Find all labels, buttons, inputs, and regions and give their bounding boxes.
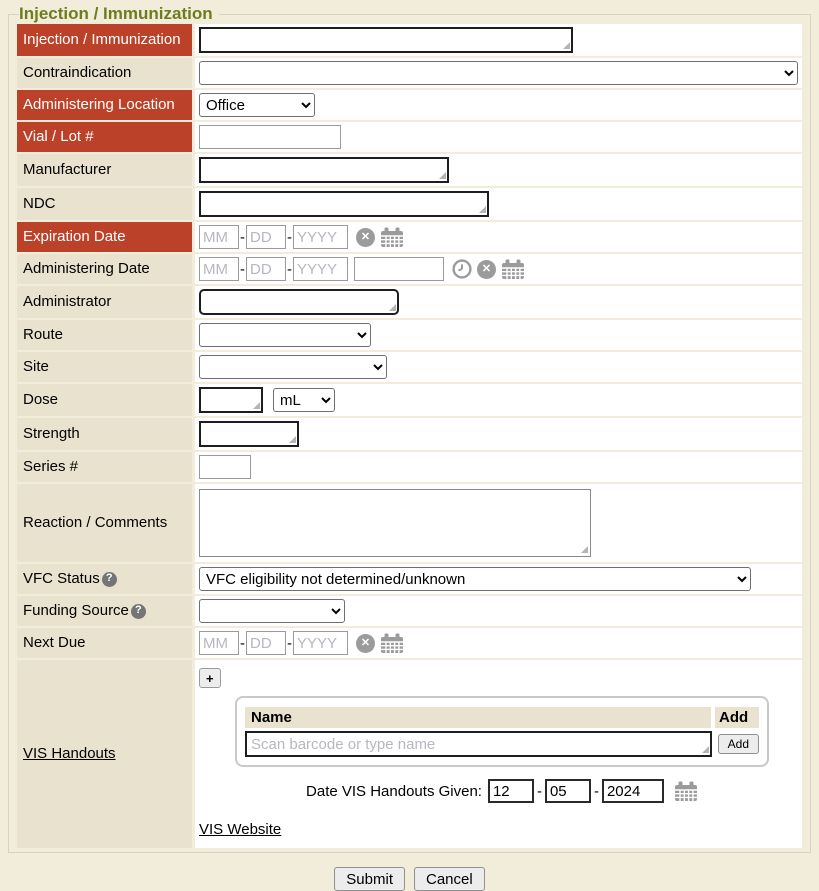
row-site: Site — [17, 352, 802, 384]
row-series: Series # — [17, 452, 802, 484]
next-due-month-input[interactable] — [199, 631, 239, 655]
row-vfc-status: VFC Status ? VFC eligibility not determi… — [17, 564, 802, 596]
administering-month-input[interactable] — [199, 257, 239, 281]
administering-location-select[interactable]: Office — [199, 93, 315, 117]
ndc-input[interactable] — [199, 191, 489, 217]
ndc-label: NDC — [17, 188, 195, 220]
row-funding-source: Funding Source ? — [17, 596, 802, 628]
expiration-year-input[interactable] — [293, 225, 348, 249]
calendar-icon[interactable] — [380, 633, 404, 654]
clock-icon[interactable] — [452, 259, 472, 279]
vis-handouts-panel: Name Add Add — [235, 696, 769, 767]
site-select[interactable] — [199, 355, 387, 379]
injection-input[interactable] — [199, 27, 573, 53]
expiration-month-input[interactable] — [199, 225, 239, 249]
vis-name-column-header: Name — [245, 707, 711, 728]
vial-lot-label: Vial / Lot # — [17, 122, 195, 152]
administering-day-input[interactable] — [246, 257, 286, 281]
route-label: Route — [17, 320, 195, 350]
administering-time-input[interactable] — [354, 257, 444, 281]
date-separator: - — [240, 229, 245, 246]
row-expiration-date: Expiration Date - - ✕ — [17, 222, 802, 254]
administering-date-label: Administering Date — [17, 254, 195, 284]
date-separator: - — [287, 229, 292, 246]
vis-add-button[interactable]: Add — [718, 734, 759, 754]
row-reaction-comments: Reaction / Comments — [17, 484, 802, 564]
clear-date-icon[interactable]: ✕ — [356, 228, 375, 247]
reaction-comments-label: Reaction / Comments — [17, 484, 195, 562]
row-next-due: Next Due - - ✕ — [17, 628, 802, 660]
clear-date-icon[interactable]: ✕ — [477, 260, 496, 279]
injection-immunization-form: Injection / Immunization Injection / Imm… — [8, 4, 811, 853]
administering-year-input[interactable] — [293, 257, 348, 281]
vis-scan-input[interactable] — [245, 731, 712, 757]
row-dose: Dose mL — [17, 384, 802, 418]
contraindication-select[interactable] — [199, 61, 798, 85]
vis-date-given-label: Date VIS Handouts Given: — [306, 783, 482, 800]
manufacturer-input[interactable] — [199, 157, 449, 183]
calendar-icon[interactable] — [674, 781, 698, 802]
date-separator: - — [287, 261, 292, 278]
row-vial-lot: Vial / Lot # — [17, 122, 802, 154]
row-strength: Strength — [17, 418, 802, 452]
cancel-button[interactable]: Cancel — [414, 867, 485, 891]
date-separator: - — [287, 635, 292, 652]
row-manufacturer: Manufacturer — [17, 154, 802, 188]
funding-source-select[interactable] — [199, 599, 345, 623]
administering-location-label: Administering Location — [17, 90, 195, 120]
vis-expand-button[interactable]: + — [199, 668, 221, 688]
vis-date-day-input[interactable] — [545, 779, 591, 803]
row-vis-handouts: VIS Handouts + Name Add Add Date VIS Han… — [17, 660, 802, 850]
vis-handouts-link[interactable]: VIS Handouts — [23, 745, 116, 764]
clear-date-icon[interactable]: ✕ — [356, 634, 375, 653]
expiration-day-input[interactable] — [246, 225, 286, 249]
date-separator: - — [594, 783, 599, 800]
expiration-date-label: Expiration Date — [17, 222, 195, 252]
next-due-day-input[interactable] — [246, 631, 286, 655]
row-administering-location: Administering Location Office — [17, 90, 802, 122]
manufacturer-label: Manufacturer — [17, 154, 195, 186]
administrator-label: Administrator — [17, 286, 195, 318]
administrator-input[interactable] — [199, 289, 399, 315]
form-actions: Submit Cancel — [8, 867, 811, 891]
vis-add-column-header: Add — [715, 707, 759, 728]
date-separator: - — [537, 783, 542, 800]
reaction-comments-textarea[interactable] — [199, 489, 591, 557]
route-select[interactable] — [199, 323, 371, 347]
strength-label: Strength — [17, 418, 195, 450]
row-route: Route — [17, 320, 802, 352]
site-label: Site — [17, 352, 195, 382]
next-due-label: Next Due — [17, 628, 195, 658]
date-separator: - — [240, 635, 245, 652]
dose-input[interactable] — [199, 387, 263, 413]
vis-date-year-input[interactable] — [602, 779, 664, 803]
dose-unit-select[interactable]: mL — [273, 388, 335, 412]
vial-lot-input[interactable] — [199, 125, 341, 149]
vfc-status-help-icon[interactable]: ? — [102, 572, 117, 587]
vis-date-month-input[interactable] — [488, 779, 534, 803]
vfc-status-label: VFC Status — [23, 570, 100, 589]
calendar-icon[interactable] — [380, 227, 404, 248]
row-injection: Injection / Immunization — [17, 24, 802, 58]
series-input[interactable] — [199, 455, 251, 479]
submit-button[interactable]: Submit — [334, 867, 405, 891]
row-administrator: Administrator — [17, 286, 802, 320]
row-administering-date: Administering Date - - ✕ — [17, 254, 802, 286]
date-separator: - — [240, 261, 245, 278]
vis-website-link[interactable]: VIS Website — [199, 821, 281, 838]
dose-label: Dose — [17, 384, 195, 416]
contraindication-label: Contraindication — [17, 58, 195, 88]
funding-source-label: Funding Source — [23, 602, 129, 621]
row-contraindication: Contraindication — [17, 58, 802, 90]
injection-label: Injection / Immunization — [17, 24, 195, 56]
series-label: Series # — [17, 452, 195, 482]
row-ndc: NDC — [17, 188, 802, 222]
funding-source-help-icon[interactable]: ? — [131, 604, 146, 619]
vfc-status-select[interactable]: VFC eligibility not determined/unknown — [199, 567, 751, 591]
form-title: Injection / Immunization — [19, 4, 219, 24]
strength-input[interactable] — [199, 421, 299, 447]
calendar-icon[interactable] — [501, 259, 525, 280]
next-due-year-input[interactable] — [293, 631, 348, 655]
